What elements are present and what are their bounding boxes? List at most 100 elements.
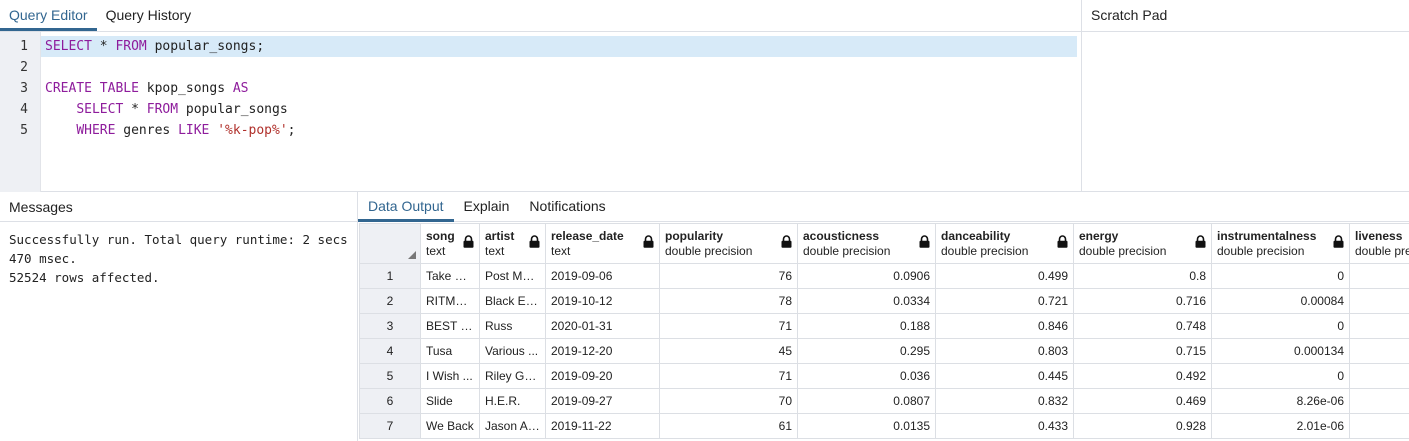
cell-danceability[interactable]: 0.721 <box>935 288 1074 314</box>
code-line[interactable]: CREATE TABLE kpop_songs AS <box>41 78 1077 99</box>
cell-instrumentalness[interactable]: 0.000134 <box>1211 338 1350 364</box>
code-line[interactable]: SELECT * FROM popular_songs <box>41 99 1077 120</box>
cell-popularity[interactable]: 70 <box>659 388 798 414</box>
cell-song[interactable]: We Back <box>420 413 480 439</box>
cell-popularity[interactable]: 78 <box>659 288 798 314</box>
column-header-liveness[interactable]: livenessdouble precision <box>1349 223 1409 264</box>
tab-messages[interactable]: Messages <box>0 192 82 222</box>
tab-query-editor[interactable]: Query Editor <box>0 0 97 31</box>
row-number[interactable]: 1 <box>359 263 421 289</box>
cell-liveness[interactable] <box>1349 388 1409 414</box>
cell-danceability[interactable]: 0.433 <box>935 413 1074 439</box>
cell-popularity[interactable]: 76 <box>659 263 798 289</box>
code-line[interactable] <box>41 57 1077 78</box>
column-header-artist[interactable]: artist text <box>479 223 546 264</box>
cell-danceability[interactable]: 0.499 <box>935 263 1074 289</box>
column-header-energy[interactable]: energy double precision <box>1073 223 1212 264</box>
cell-release-date[interactable]: 2019-12-20 <box>545 338 660 364</box>
cell-energy[interactable]: 0.469 <box>1073 388 1212 414</box>
cell-acousticness[interactable]: 0.295 <box>797 338 936 364</box>
cell-release-date[interactable]: 2019-10-12 <box>545 288 660 314</box>
table-row[interactable]: 6 Slide H.E.R. 2019-09-27 70 0.0807 0.832 0.469… <box>359 388 1409 414</box>
cell-song[interactable]: I Wish ... <box>420 363 480 389</box>
row-number[interactable]: 6 <box>359 388 421 414</box>
column-header-acousticness[interactable]: acousticness double precision <box>797 223 936 264</box>
cell-liveness[interactable] <box>1349 363 1409 389</box>
cell-liveness[interactable] <box>1349 338 1409 364</box>
cell-liveness[interactable] <box>1349 288 1409 314</box>
code-line[interactable]: SELECT * FROM popular_songs; <box>41 36 1077 57</box>
cell-acousticness[interactable]: 0.0334 <box>797 288 936 314</box>
cell-energy[interactable]: 0.928 <box>1073 413 1212 439</box>
cell-energy[interactable]: 0.715 <box>1073 338 1212 364</box>
cell-danceability[interactable]: 0.445 <box>935 363 1074 389</box>
cell-energy[interactable]: 0.492 <box>1073 363 1212 389</box>
tab-query-history[interactable]: Query History <box>97 0 201 31</box>
row-number[interactable]: 5 <box>359 363 421 389</box>
column-header-danceability[interactable]: danceability double precision <box>935 223 1074 264</box>
cell-instrumentalness[interactable]: 0 <box>1211 263 1350 289</box>
cell-artist[interactable]: Various ... <box>479 338 546 364</box>
cell-danceability[interactable]: 0.846 <box>935 313 1074 339</box>
cell-acousticness[interactable]: 0.0906 <box>797 263 936 289</box>
column-header-instrumentalness[interactable]: instrumentalness double precision <box>1211 223 1350 264</box>
tab-explain[interactable]: Explain <box>454 192 520 222</box>
cell-acousticness[interactable]: 0.0135 <box>797 413 936 439</box>
row-number[interactable]: 4 <box>359 338 421 364</box>
cell-song[interactable]: Take W... <box>420 263 480 289</box>
cell-popularity[interactable]: 61 <box>659 413 798 439</box>
tab-data-output[interactable]: Data Output <box>358 192 454 222</box>
table-row[interactable]: 4 Tusa Various ... 2019-12-20 45 0.295 0.803 0.… <box>359 338 1409 364</box>
table-row[interactable]: 2 RITMO ... Black Ey... 2019-10-12 78 0.0334 0… <box>359 288 1409 314</box>
column-header-song[interactable]: song text <box>420 223 480 264</box>
cell-artist[interactable]: H.E.R. <box>479 388 546 414</box>
cell-artist[interactable]: Jason Al... <box>479 413 546 439</box>
cell-artist[interactable]: Black Ey... <box>479 288 546 314</box>
cell-popularity[interactable]: 71 <box>659 363 798 389</box>
cell-song[interactable]: RITMO ... <box>420 288 480 314</box>
cell-song[interactable]: Slide <box>420 388 480 414</box>
cell-song[interactable]: BEST O... <box>420 313 480 339</box>
sql-editor[interactable]: SELECT * FROM popular_songs; CREATE TABLE… <box>41 32 1077 192</box>
table-row[interactable]: 7 We Back Jason Al... 2019-11-22 61 0.0135 0.4… <box>359 413 1409 439</box>
table-row[interactable]: 5I Wish ... Riley Gre... 2019-09-20 71 0.036… <box>359 363 1409 389</box>
cell-popularity[interactable]: 45 <box>659 338 798 364</box>
tab-notifications[interactable]: Notifications <box>519 192 615 222</box>
cell-liveness[interactable] <box>1349 263 1409 289</box>
cell-liveness[interactable] <box>1349 413 1409 439</box>
cell-artist[interactable]: Russ <box>479 313 546 339</box>
cell-acousticness[interactable]: 0.036 <box>797 363 936 389</box>
code-line[interactable]: WHERE genres LIKE '%k-pop%'; <box>41 120 1077 141</box>
cell-release-date[interactable]: 2019-09-06 <box>545 263 660 289</box>
column-header-popularity[interactable]: popularity double precision <box>659 223 798 264</box>
cell-instrumentalness[interactable]: 0 <box>1211 313 1350 339</box>
cell-release-date[interactable]: 2019-09-20 <box>545 363 660 389</box>
cell-acousticness[interactable]: 0.0807 <box>797 388 936 414</box>
cell-liveness[interactable] <box>1349 313 1409 339</box>
cell-acousticness[interactable]: 0.188 <box>797 313 936 339</box>
select-all-corner[interactable] <box>359 223 421 264</box>
cell-energy[interactable]: 0.748 <box>1073 313 1212 339</box>
cell-release-date[interactable]: 2019-09-27 <box>545 388 660 414</box>
cell-instrumentalness[interactable]: 8.26e-06 <box>1211 388 1350 414</box>
table-row[interactable]: 1 Take W... Post Mal... 2019-09-06 76 0.0906 0… <box>359 263 1409 289</box>
row-number[interactable]: 2 <box>359 288 421 314</box>
cell-popularity[interactable]: 71 <box>659 313 798 339</box>
cell-song[interactable]: Tusa <box>420 338 480 364</box>
cell-danceability[interactable]: 0.832 <box>935 388 1074 414</box>
table-row[interactable]: 3 BEST O... Russ 2020-01-31 71 0.188 0.846 0.74… <box>359 313 1409 339</box>
cell-energy[interactable]: 0.716 <box>1073 288 1212 314</box>
row-number[interactable]: 3 <box>359 313 421 339</box>
cell-artist[interactable]: Riley Gre... <box>479 363 546 389</box>
cell-instrumentalness[interactable]: 0 <box>1211 363 1350 389</box>
cell-instrumentalness[interactable]: 2.01e-06 <box>1211 413 1350 439</box>
row-number[interactable]: 7 <box>359 413 421 439</box>
column-header-release-date[interactable]: release_date text <box>545 223 660 264</box>
scratch-pad-pane[interactable]: Scratch Pad <box>1082 0 1409 192</box>
cell-danceability[interactable]: 0.803 <box>935 338 1074 364</box>
cell-energy[interactable]: 0.8 <box>1073 263 1212 289</box>
cell-release-date[interactable]: 2020-01-31 <box>545 313 660 339</box>
cell-instrumentalness[interactable]: 0.00084 <box>1211 288 1350 314</box>
cell-artist[interactable]: Post Mal... <box>479 263 546 289</box>
cell-release-date[interactable]: 2019-11-22 <box>545 413 660 439</box>
